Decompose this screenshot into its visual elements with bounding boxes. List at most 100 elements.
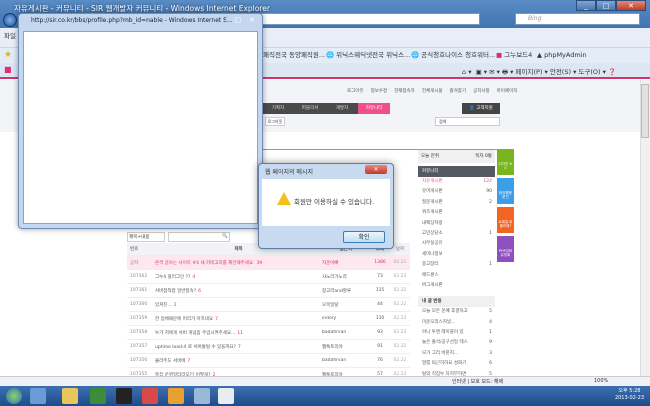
- top-link[interactable]: 즐겨찾기: [450, 88, 467, 94]
- favorite-link[interactable]: 패직전국 동양패직원...: [263, 48, 325, 63]
- zoom-level[interactable]: 100%: [594, 378, 608, 384]
- sidebar-board-link[interactable]: 사무실공유: [418, 239, 495, 249]
- safety-menu[interactable]: 안전(S) ▾: [550, 68, 577, 76]
- sidebar-board-link[interactable]: 내팩상자랑: [418, 219, 495, 229]
- quick-link-button[interactable]: 현장활용 문진: [497, 178, 514, 204]
- post-writer[interactable]: badafirvan: [322, 330, 370, 335]
- board-search-input[interactable]: 🔍: [168, 232, 230, 242]
- ok-button[interactable]: 확인: [343, 231, 385, 243]
- app-taskbar-icon[interactable]: [168, 388, 184, 404]
- quick-link-button[interactable]: PHP강좌 유망회: [497, 236, 514, 262]
- help-icon[interactable]: ❓: [608, 68, 616, 76]
- favorite-link[interactable]: 🌐 위닉스웨딕넷전국 위닉스...: [326, 48, 410, 63]
- top-link[interactable]: 정보수정: [371, 88, 388, 94]
- reaction-item[interactable]: 아니 투명 레이블이 있1: [418, 328, 495, 338]
- page-menu[interactable]: 페이지(P) ▾: [516, 68, 548, 76]
- post-writer[interactable]: 오목일탈: [322, 302, 370, 308]
- quick-link-button[interactable]: 트레일 화롤리에?: [497, 207, 514, 233]
- sidebar-board-link[interactable]: 자유게시판 124: [418, 177, 495, 187]
- favorite-link[interactable]: ■ 그누보드4: [496, 48, 532, 63]
- post-subject[interactable]: 몰라주도 서버에 7: [155, 358, 322, 364]
- top-link[interactable]: 현재접속자: [394, 88, 415, 94]
- popup-close-button[interactable]: ✕: [246, 16, 258, 24]
- app-taskbar-icon[interactable]: [142, 388, 158, 404]
- post-subject[interactable]: 그누4 플러그인 ?? 4: [155, 274, 322, 280]
- nav-publisher[interactable]: 퍼블리셔: [294, 103, 326, 114]
- reaction-item[interactable]: 모가 그리 바뀐지... 3: [418, 349, 495, 359]
- tab-favicon-icon[interactable]: ■: [4, 65, 12, 74]
- nav-planner[interactable]: 기획자: [262, 103, 294, 114]
- tab-count[interactable]: 독자 0통: [475, 153, 492, 160]
- quick-link-button[interactable]: 디자인 소스: [497, 149, 514, 175]
- post-subject[interactable]: 서버접착컴 일반접속? 6: [155, 288, 322, 294]
- table-row[interactable]: 107362 그누4 플러그인 ?? 4 사노라가노라 73 02.22: [127, 270, 410, 284]
- table-row[interactable]: 107361 서버접착컴 일반접속? 6 창고러and할루 115 02.22: [127, 284, 410, 298]
- favorites-star-icon[interactable]: ★: [4, 48, 12, 63]
- favorite-link[interactable]: ▲ phpMyAdmin: [537, 48, 587, 63]
- sidebar-board-link[interactable]: 중고장터 1: [418, 260, 495, 270]
- post-date: 02.22: [393, 288, 407, 293]
- reaction-item[interactable]: 말릅 퇴근하하요 성화기 6: [418, 359, 495, 369]
- post-subject[interactable]: 누가 저에게 서버 개념좀 주입시켜주세요... 11: [155, 330, 322, 336]
- nav-developer[interactable]: 개발자: [326, 103, 358, 114]
- popup-minimize-button[interactable]: –: [218, 16, 230, 24]
- post-subject[interactable]: 한 업체때문에 머리가 아프네요 7: [155, 316, 322, 322]
- favorite-link[interactable]: 🌐 공식청호나이스 청호워터...: [411, 48, 495, 63]
- menu-file[interactable]: 파일: [4, 30, 16, 40]
- sidebar-board-link[interactable]: 세미나정보: [418, 250, 495, 260]
- table-row[interactable]: 공지 본격 글쓰는 사이트 #4 새 카테고리를 제안해주세요. 39 지운아빠 138…: [127, 256, 410, 270]
- start-button[interactable]: [6, 388, 22, 404]
- scrollbar-thumb[interactable]: [641, 84, 649, 138]
- reaction-item[interactable]: 놀은 출석/공구선일 테스 9: [418, 338, 495, 348]
- top-link[interactable]: 로그아웃: [347, 88, 364, 94]
- sidebar-board-link[interactable]: 퀴즈게시판: [418, 208, 495, 218]
- table-row[interactable]: 107360 있쳐진... 2 오목일탈 44 02.22: [127, 298, 410, 312]
- tools-menu[interactable]: 도구(O) ▾: [578, 68, 605, 76]
- tab-rank[interactable]: 오늘 만취: [421, 153, 439, 160]
- excel-taskbar-icon[interactable]: [90, 388, 106, 404]
- back-button[interactable]: [3, 13, 17, 27]
- sidebar-board-link[interactable]: 유머게시판 90: [418, 187, 495, 197]
- top-link[interactable]: 전체게시물: [422, 88, 443, 94]
- post-writer[interactable]: 사노라가노라: [322, 274, 370, 280]
- site-search-input[interactable]: 검색: [435, 117, 500, 126]
- nav-community[interactable]: 커뮤니티: [358, 103, 390, 114]
- top-link[interactable]: 공지사항: [473, 88, 490, 94]
- post-writer[interactable]: 창고러and할루: [322, 288, 370, 294]
- editor-taskbar-icon[interactable]: [218, 388, 234, 404]
- reaction-item[interactable]: 오늘 모든 문예 후결하고 5: [418, 307, 495, 317]
- logout-button[interactable]: 로그아웃: [265, 117, 285, 126]
- table-row[interactable]: 107359 한 업체때문에 머리가 아프네요 7 indory 110 02.22: [127, 312, 410, 326]
- post-subject[interactable]: uptime load-4 로 서버통털 수 있을까요? 7: [155, 344, 322, 350]
- popup-maximize-button[interactable]: □: [232, 16, 244, 24]
- post-writer[interactable]: indory: [322, 316, 370, 321]
- table-row[interactable]: 107357 uptime load-4 로 서버통털 수 있을까요? 7 웹툭토리야…: [127, 340, 410, 354]
- table-row[interactable]: 107358 누가 저에게 서버 개념좀 주입시켜주세요... 11 badafirv…: [127, 326, 410, 340]
- post-subject[interactable]: 본격 글쓰는 사이트 #4 새 카테고리를 제안해주세요. 39: [155, 260, 322, 266]
- security-zone[interactable]: 인터넷 | 보호 모드: 해제: [452, 378, 503, 385]
- notepad-taskbar-icon[interactable]: [194, 388, 210, 404]
- sidebar-board-link[interactable]: 애드센스: [418, 271, 495, 281]
- color-app-taskbar-icon[interactable]: [116, 388, 132, 404]
- post-writer[interactable]: badafirvan: [322, 358, 370, 363]
- table-row[interactable]: 107356 몰라주도 서버에 7 badafirvan 76 02.22: [127, 354, 410, 368]
- sidebar-board-link[interactable]: 고민상담소 1: [418, 229, 495, 239]
- maximize-button[interactable]: □: [596, 0, 616, 11]
- post-writer[interactable]: 지운아빠: [322, 260, 370, 266]
- explorer-taskbar-icon[interactable]: [62, 388, 78, 404]
- sidebar-board-link[interactable]: 질문게시판 2: [418, 198, 495, 208]
- search-field-select[interactable]: 제목+내용: [127, 232, 165, 242]
- clock[interactable]: 오후 5:28 2013-02-23: [615, 388, 644, 402]
- dialog-close-button[interactable]: ✕: [365, 165, 387, 174]
- post-subject[interactable]: 있쳐진... 2: [155, 302, 322, 308]
- support-button[interactable]: 👤 고객지원: [462, 103, 500, 114]
- reaction-item[interactable]: 미운오리스커널... 4: [418, 318, 495, 328]
- bing-search-input[interactable]: Bing: [515, 13, 640, 25]
- sidebar-board-link[interactable]: 버그게시판: [418, 281, 495, 291]
- post-hits: 76: [377, 358, 383, 363]
- top-link[interactable]: 마이페이지: [497, 88, 518, 94]
- close-button[interactable]: ✕: [616, 0, 646, 11]
- ie-taskbar-icon[interactable]: [30, 388, 46, 404]
- post-writer[interactable]: 웹툭토리야: [322, 344, 370, 350]
- minimize-button[interactable]: _: [576, 0, 596, 11]
